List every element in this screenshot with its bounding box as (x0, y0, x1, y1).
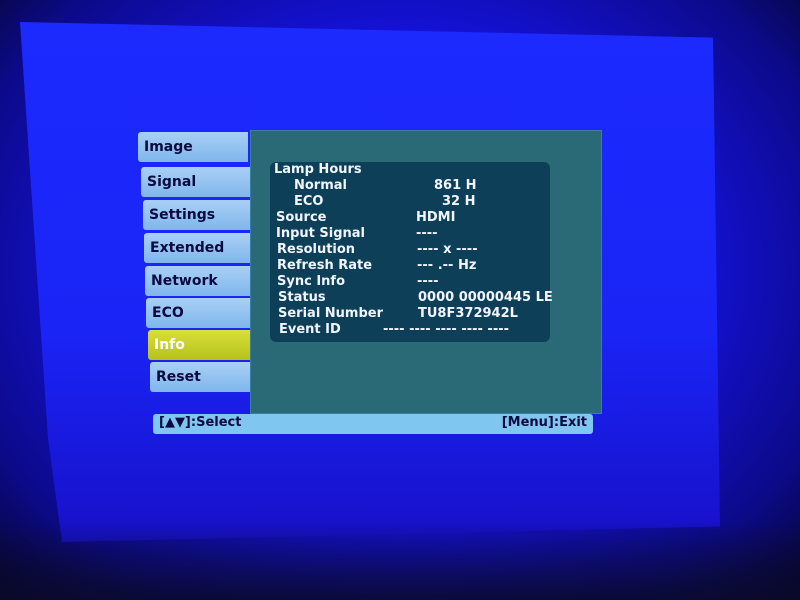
row-label: Input Signal (276, 226, 366, 241)
row-value: TU8F372942L (418, 306, 518, 321)
sidebar-item-signal[interactable]: Signal (141, 167, 251, 197)
sidebar-item-label: Info (154, 337, 185, 353)
select-hint: [▲▼]:Select (159, 415, 242, 430)
refresh-rate-row: Refresh Rate --- .-- Hz (277, 258, 476, 274)
row-value: ---- (417, 274, 439, 289)
lamp-eco-row: ECO 32 H (274, 194, 476, 210)
sidebar-item-label: Extended (150, 240, 225, 256)
input-signal-row: Input Signal ---- (276, 226, 438, 242)
row-label: Lamp Hours (274, 162, 362, 177)
row-label: Status (278, 290, 326, 305)
row-label: Serial Number (278, 306, 384, 321)
sidebar-item-reset[interactable]: Reset (150, 362, 260, 392)
sidebar-item-label: ECO (152, 305, 184, 321)
row-value: HDMI (416, 210, 456, 225)
sidebar-item-label: Reset (156, 369, 201, 385)
sidebar-item-settings[interactable]: Settings (143, 200, 253, 230)
bottom-shadow (0, 520, 800, 600)
sidebar-item-info[interactable]: Info (148, 330, 258, 360)
row-label: Event ID (279, 322, 341, 337)
sidebar-item-label: Signal (147, 174, 197, 190)
row-value: ---- x ---- (417, 242, 478, 257)
sidebar-item-network[interactable]: Network (145, 266, 255, 296)
resolution-row: Resolution ---- x ---- (277, 242, 478, 258)
row-value: 0000 00000445 LE (418, 290, 553, 305)
status-row: Status 0000 00000445 LE (278, 290, 553, 306)
footer-hint-bar: [▲▼]:Select [Menu]:Exit (153, 414, 593, 434)
sync-info-row: Sync Info ---- (277, 274, 439, 290)
row-label: ECO (294, 194, 324, 209)
sidebar-item-label: Settings (149, 207, 216, 223)
row-label: Source (276, 210, 327, 225)
row-label: Sync Info (277, 274, 346, 289)
source-row: Source HDMI (276, 210, 455, 226)
row-label: Resolution (277, 242, 356, 257)
row-value: ---- (416, 226, 438, 241)
sidebar-item-extended[interactable]: Extended (144, 233, 254, 263)
sidebar-item-label: Network (151, 273, 218, 289)
row-label: Refresh Rate (277, 258, 373, 273)
row-value: --- .-- Hz (417, 258, 477, 273)
row-value: 32 H (442, 194, 476, 209)
lamp-normal-row: Normal 861 H (274, 178, 477, 194)
lamp-hours-row: Lamp Hours (274, 162, 362, 178)
sidebar-item-eco[interactable]: ECO (146, 298, 256, 328)
row-value: 861 H (434, 178, 477, 193)
row-value: ---- ---- ---- ---- ---- (383, 322, 510, 337)
sidebar-item-label: Image (144, 139, 193, 155)
serial-number-row: Serial Number TU8F372942L (278, 306, 518, 322)
row-label: Normal (294, 178, 347, 193)
event-id-row: Event ID ---- ---- ---- ---- ---- (279, 322, 509, 338)
sidebar-item-image[interactable]: Image (138, 132, 248, 162)
exit-hint: [Menu]:Exit (501, 415, 587, 430)
